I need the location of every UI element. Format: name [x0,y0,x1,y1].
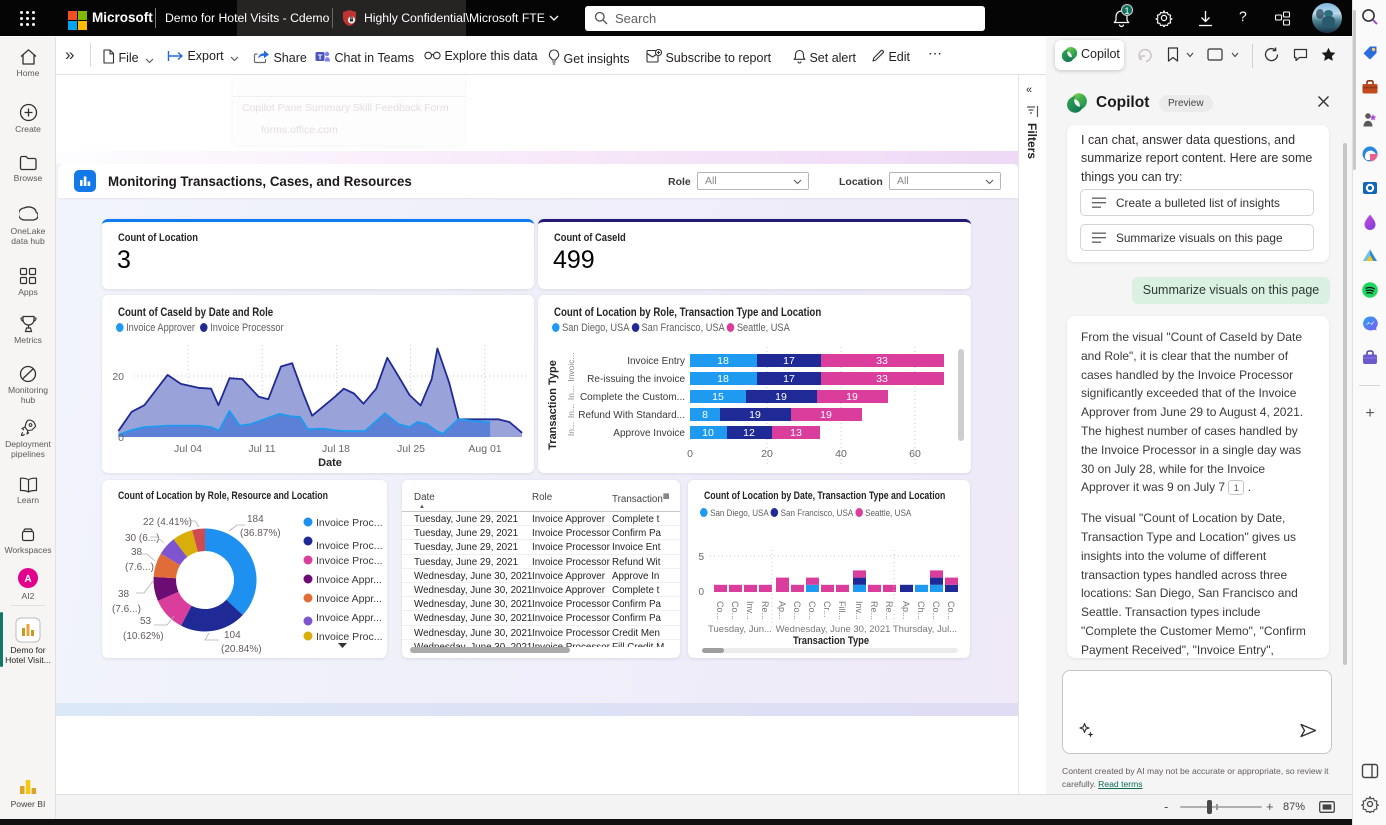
svg-text:Ap...: Ap... [901,601,911,620]
svg-text:19: 19 [749,409,761,421]
svg-text:30 (6...): 30 (6...) [125,533,159,544]
svg-text:18: 18 [717,373,729,385]
svg-text:Transaction Type: Transaction Type [793,635,869,647]
svg-text:Re...: Re... [884,601,894,620]
svg-text:Invoice Proc...: Invoice Proc... [316,555,383,567]
svg-text:0: 0 [118,432,124,444]
svg-text:Refund With Standard...: Refund With Standard... [578,410,685,421]
svg-text:(36.87%): (36.87%) [240,528,281,539]
svg-text:Invoice Appr...: Invoice Appr... [316,593,382,605]
svg-text:18: 18 [717,355,729,367]
svg-text:Re...: Re... [760,601,770,620]
svg-text:17: 17 [783,355,795,367]
svg-text:In...: In... [566,404,576,418]
svg-text:13: 13 [790,427,802,439]
svg-text:Cr...: Cr... [822,601,832,618]
svg-text:Co...: Co... [931,601,941,620]
svg-text:Co...: Co... [946,601,956,620]
svg-text:19: 19 [775,391,787,403]
svg-text:Invoice Proc...: Invoice Proc... [316,517,383,529]
svg-text:104: 104 [224,630,241,641]
svg-text:22 (4.41%): 22 (4.41%) [143,517,192,528]
svg-text:Inv...: Inv... [854,601,864,620]
svg-text:In...: In... [566,422,576,436]
svg-text:Ap...: Ap... [777,601,787,620]
svg-text:Jul 11: Jul 11 [248,443,275,455]
svg-text:19: 19 [820,409,832,421]
svg-text:(20.84%): (20.84%) [221,644,262,655]
svg-text:Thursday, Jul...: Thursday, Jul... [893,624,957,635]
svg-text:Ch...: Ch... [916,601,926,620]
svg-text:33: 33 [876,373,888,385]
svg-text:Co...: Co... [715,601,725,620]
svg-text:38: 38 [118,589,130,600]
svg-text:Jul 25: Jul 25 [397,443,425,455]
svg-text:20: 20 [112,371,124,383]
svg-text:19: 19 [846,391,858,403]
svg-text:Approve Invoice: Approve Invoice [613,428,685,439]
svg-text:(7.6...): (7.6...) [112,604,141,615]
svg-text:In...: In... [566,386,576,400]
svg-text:Invoice Entry: Invoice Entry [627,356,685,367]
svg-text:(7.6...): (7.6...) [125,562,154,573]
svg-text:Re...: Re... [869,601,879,620]
svg-text:Invoic...: Invoic... [566,352,576,381]
svg-text:Invoice Proc...: Invoice Proc... [316,631,383,643]
svg-text:5: 5 [698,552,704,563]
svg-text:184: 184 [247,514,264,525]
svg-text:Tuesday, Jun...: Tuesday, Jun... [708,624,772,635]
svg-text:8: 8 [702,409,708,421]
svg-text:12: 12 [743,427,755,439]
svg-text:T: T [318,52,323,61]
svg-text:Date: Date [318,457,342,469]
svg-text:Fill...: Fill... [837,601,847,620]
svg-text:Co...: Co... [730,601,740,620]
svg-text:Wednesday, June 30, 2021: Wednesday, June 30, 2021 [776,624,891,635]
svg-text:Invoice Proc...: Invoice Proc... [316,540,383,552]
svg-text:Jul 18: Jul 18 [322,443,350,455]
svg-text:(10.62%): (10.62%) [123,631,164,642]
svg-text:Jul 04: Jul 04 [174,443,202,455]
svg-text:Co...: Co... [807,601,817,620]
svg-text:33: 33 [876,355,888,367]
svg-text:38: 38 [131,547,143,558]
svg-text:Co...: Co... [792,601,802,620]
svg-text:A: A [24,574,31,585]
svg-text:10: 10 [702,427,714,439]
svg-text:Invoice Appr...: Invoice Appr... [316,574,382,586]
svg-text:40: 40 [835,448,847,460]
svg-text:17: 17 [783,373,795,385]
svg-text:Complete the Custom...: Complete the Custom... [580,392,685,403]
svg-text:15: 15 [712,391,724,403]
svg-text:Transaction Type: Transaction Type [547,360,559,450]
svg-text:0: 0 [687,448,693,460]
svg-text:Inv...: Inv... [745,601,755,620]
svg-text:Invoice Appr...: Invoice Appr... [316,612,382,624]
svg-text:0: 0 [698,587,704,598]
svg-text:53: 53 [140,616,152,627]
svg-text:Re-issuing the invoice: Re-issuing the invoice [587,374,685,385]
svg-text:Aug 01: Aug 01 [468,443,501,455]
svg-text:20: 20 [761,448,773,460]
svg-text:60: 60 [909,448,921,460]
